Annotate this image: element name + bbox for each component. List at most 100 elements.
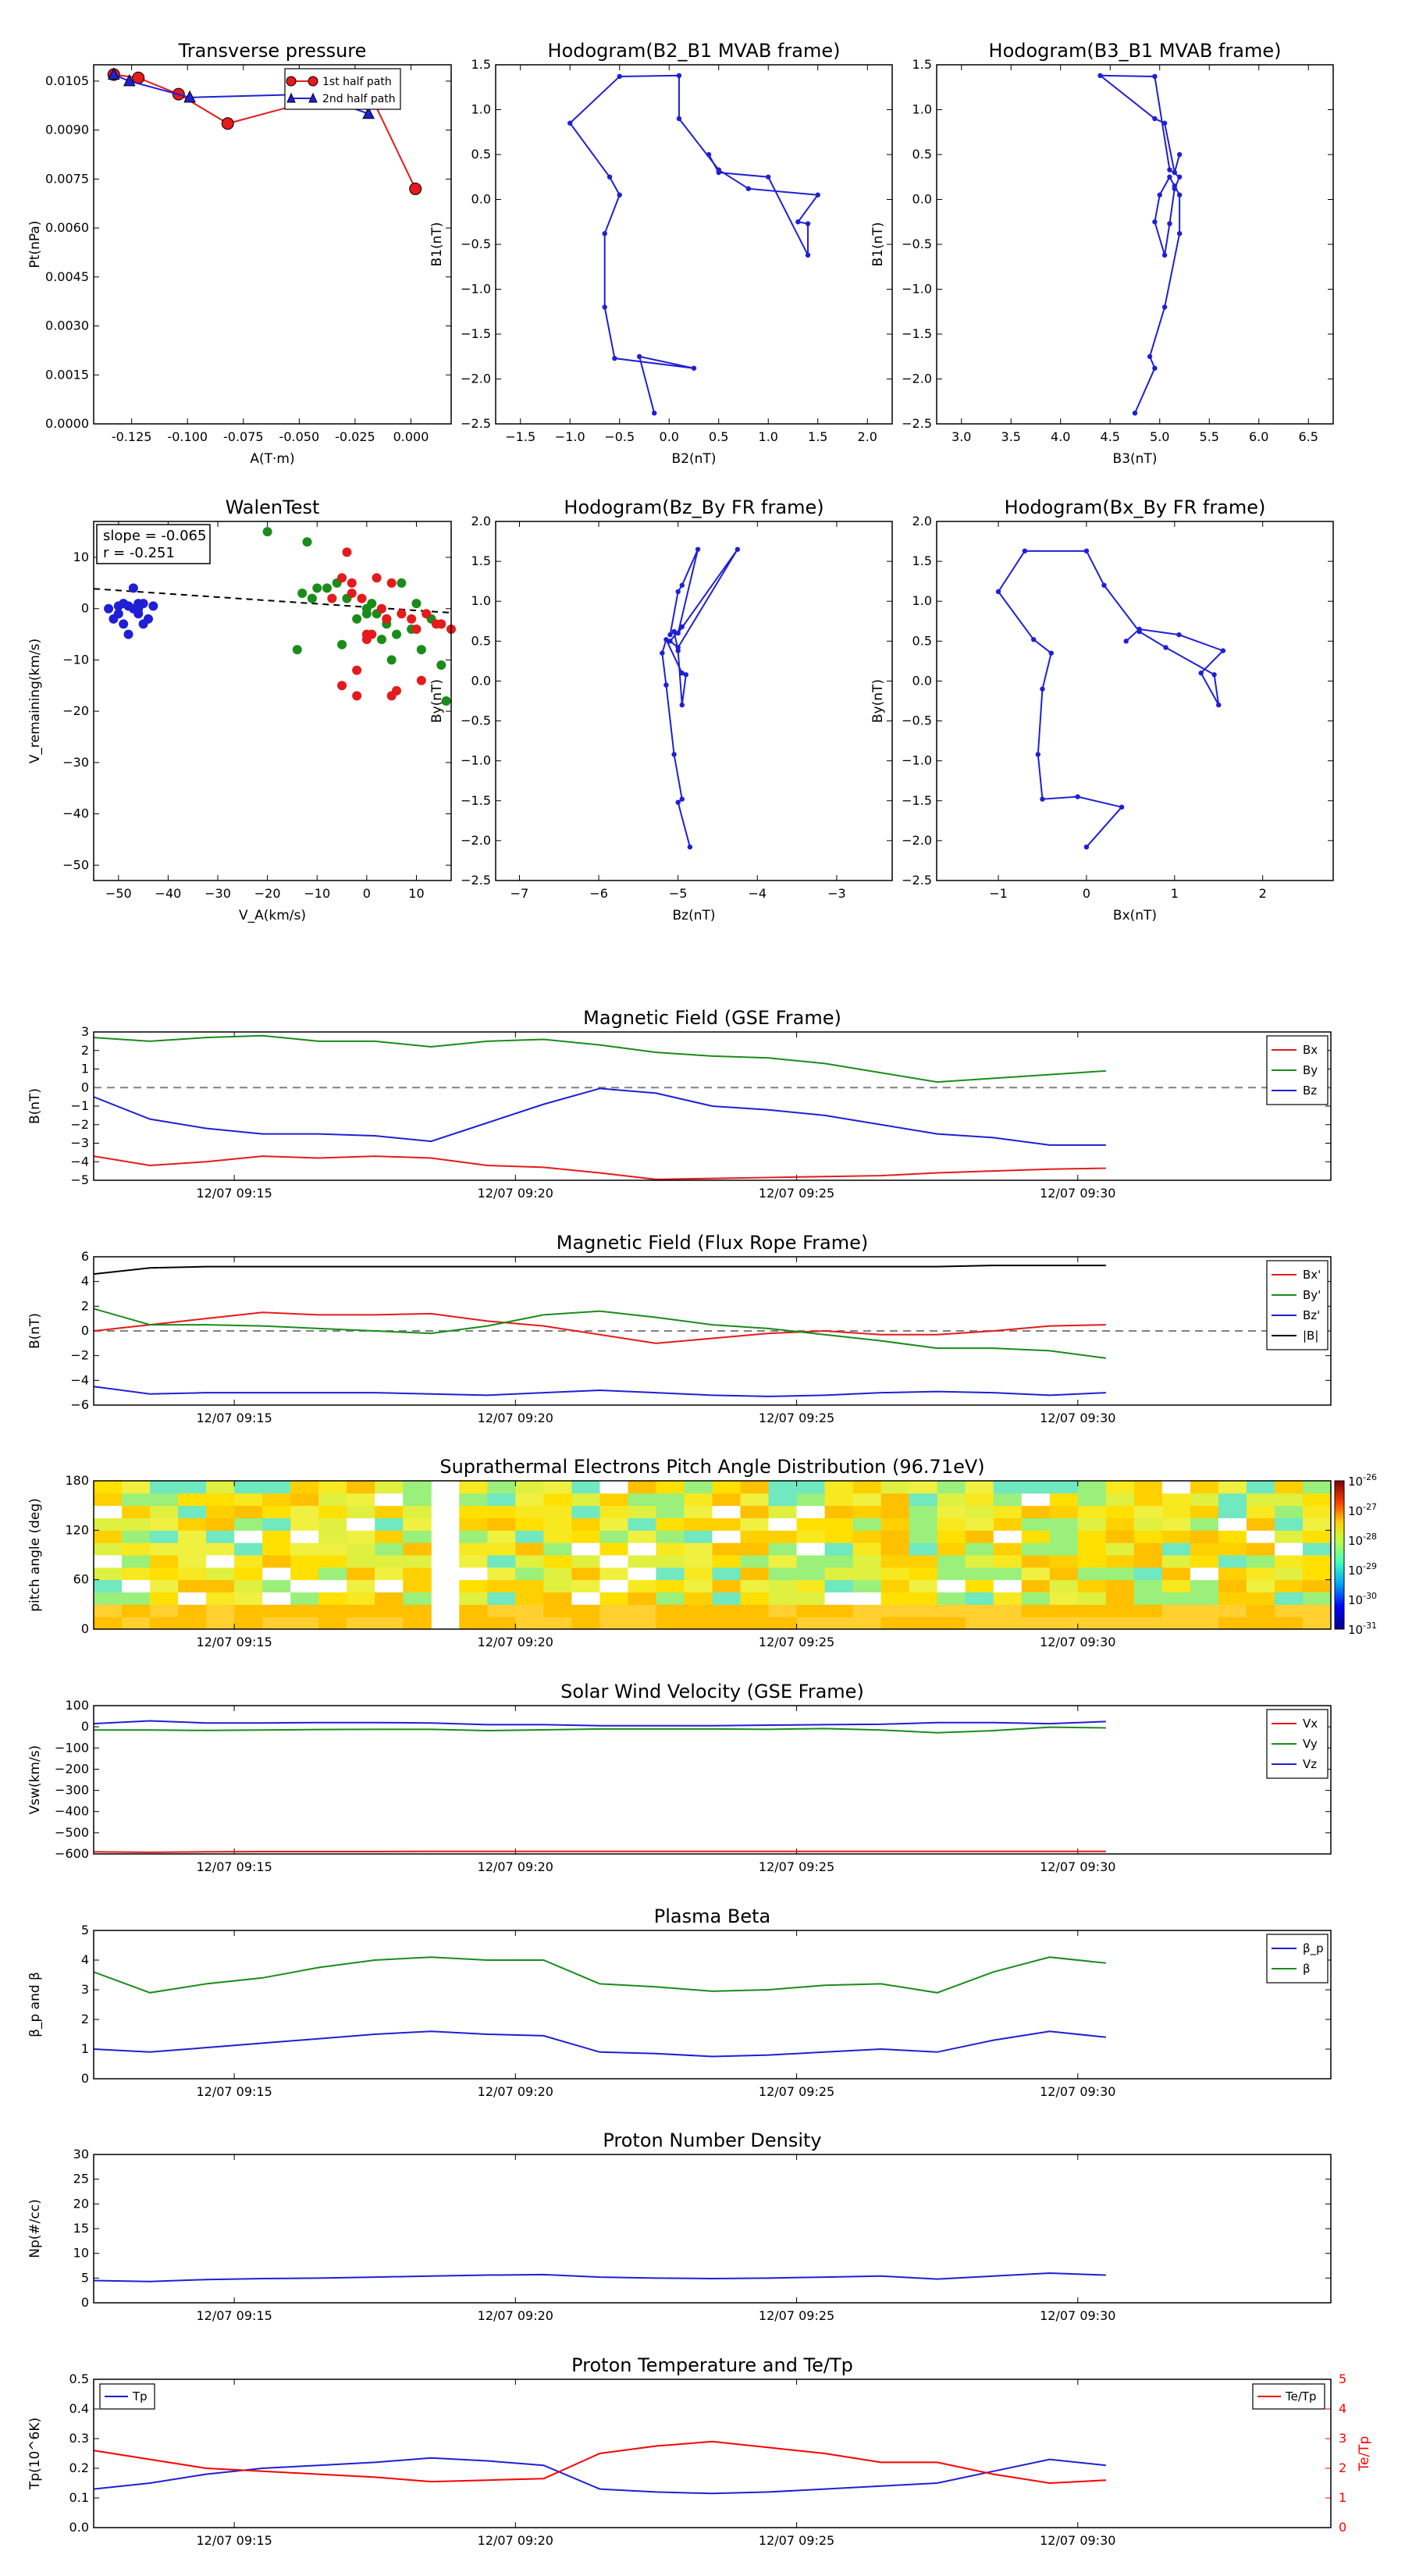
y-axis-label: Pt(nPa) xyxy=(27,221,43,269)
heatmap-cell xyxy=(94,1617,123,1630)
heatmap-cell xyxy=(347,1604,375,1617)
heatmap-cell xyxy=(487,1592,516,1605)
chart-title: Suprathermal Electrons Pitch Angle Distr… xyxy=(439,1456,984,1478)
marker-dot xyxy=(1152,116,1158,122)
chart-title: Magnetic Field (GSE Frame) xyxy=(583,1007,841,1029)
x-tick-label: 0.0 xyxy=(660,429,679,444)
y-tick-label: −2.5 xyxy=(902,873,932,888)
y-tick-label: 1 xyxy=(81,1062,89,1076)
y-tick-label: −300 xyxy=(55,1783,89,1798)
heatmap-cell xyxy=(1218,1493,1247,1507)
heatmap-cell xyxy=(628,1493,656,1507)
y-tick-label: 1.0 xyxy=(471,102,491,117)
heatmap-cell xyxy=(628,1604,656,1617)
heatmap-cell xyxy=(1077,1592,1107,1605)
legend-label: Te/Tp xyxy=(1285,2389,1317,2403)
y-tick-label: −400 xyxy=(55,1804,89,1819)
heatmap-cell xyxy=(1302,1567,1332,1581)
heatmap-cell xyxy=(234,1530,263,1543)
marker-dot xyxy=(676,116,682,122)
marker-dot xyxy=(1083,548,1090,554)
x-tick-label: 12/07 09:25 xyxy=(759,1186,834,1201)
x-tick-label: -0.025 xyxy=(335,429,375,444)
heatmap-cell xyxy=(965,1555,994,1568)
marker-dot xyxy=(667,639,673,644)
heatmap-cell xyxy=(740,1517,770,1531)
y-tick-label: −2.0 xyxy=(902,372,932,386)
heatmap-cell xyxy=(628,1517,656,1531)
heatmap-cell xyxy=(852,1567,882,1581)
heatmap-cell xyxy=(1190,1481,1219,1494)
x-tick-label: 12/07 09:25 xyxy=(759,2084,834,2099)
heatmap-cell xyxy=(571,1530,600,1543)
y-tick-label: 5 xyxy=(81,2270,89,2285)
heatmap-cell xyxy=(403,1617,432,1630)
heatmap-cell xyxy=(880,1530,910,1543)
scatter-point-red xyxy=(386,691,397,701)
scatter-point-blue xyxy=(119,619,129,629)
y-tick-label: 0.0015 xyxy=(45,367,89,382)
marker-dot xyxy=(679,624,685,630)
heatmap-cell xyxy=(1161,1567,1191,1581)
heatmap-cell xyxy=(712,1481,742,1494)
heatmap-cell xyxy=(178,1481,207,1494)
heatmap-cell xyxy=(1077,1567,1107,1581)
heatmap-cell xyxy=(1077,1493,1107,1507)
scatter-point-red xyxy=(337,573,347,583)
heatmap-cell xyxy=(1274,1542,1304,1556)
heatmap-cell xyxy=(937,1555,966,1568)
heatmap-cell xyxy=(403,1481,432,1494)
scatter-point-blue xyxy=(113,601,123,611)
heatmap-cell xyxy=(712,1579,742,1592)
heatmap-cell xyxy=(1133,1617,1163,1630)
x-tick-label: 12/07 09:25 xyxy=(759,2533,834,2548)
heatmap-cell xyxy=(234,1555,263,1568)
heatmap-cell xyxy=(768,1505,798,1518)
heatmap-cell xyxy=(1105,1493,1135,1507)
heatmap-cell xyxy=(487,1579,516,1592)
heatmap-cell xyxy=(543,1542,572,1556)
y-tick-label: 3 xyxy=(81,1024,89,1039)
heatmap-cell xyxy=(965,1579,994,1592)
scatter-point-green xyxy=(302,537,312,547)
y-tick-label: 0 xyxy=(81,1719,89,1734)
heatmap-cell xyxy=(656,1579,685,1592)
x-tick-label: 0.000 xyxy=(393,429,429,444)
heatmap-cell xyxy=(318,1542,347,1556)
y-tick-label: −4 xyxy=(70,1372,89,1387)
y-tick-label: −2 xyxy=(70,1117,89,1132)
heatmap-cell xyxy=(656,1530,685,1543)
heatmap-cell xyxy=(1049,1592,1079,1605)
heatmap-cell xyxy=(206,1579,235,1592)
x-tick-label: 1 xyxy=(1171,886,1179,901)
heatmap-cell xyxy=(290,1617,319,1630)
heatmap-cell xyxy=(880,1579,910,1592)
y-tick-label: 0.0 xyxy=(471,673,491,688)
heatmap-cell xyxy=(543,1617,572,1630)
heatmap-cell xyxy=(852,1555,882,1568)
heatmap-cell xyxy=(1105,1505,1135,1518)
heatmap-cell xyxy=(684,1617,713,1630)
legend-label: β_p xyxy=(1303,1941,1324,1956)
heatmap-cell xyxy=(375,1505,404,1518)
y-tick-label: 1.5 xyxy=(912,57,932,72)
heatmap-cell xyxy=(909,1517,938,1531)
chart-title: Hodogram(Bz_By FR frame) xyxy=(564,496,823,518)
heatmap-cell xyxy=(937,1517,966,1531)
chart-title: Proton Temperature and Te/Tp xyxy=(571,2354,853,2376)
heatmap-cell xyxy=(571,1592,600,1605)
marker-dot xyxy=(1147,354,1153,359)
heatmap-cell xyxy=(937,1481,966,1494)
heatmap-cell xyxy=(768,1555,798,1568)
heatmap-cell xyxy=(824,1579,854,1592)
marker-dot xyxy=(687,844,693,850)
heatmap-cell xyxy=(1105,1542,1135,1556)
heatmap-cell xyxy=(796,1517,826,1531)
y-tick-label: −20 xyxy=(62,703,89,718)
annotation-r: r = -0.251 xyxy=(103,545,175,561)
scatter-point-blue xyxy=(104,603,114,614)
heatmap-cell xyxy=(262,1555,291,1568)
y-tick-label: −6 xyxy=(70,1397,89,1412)
chart-title: Magnetic Field (Flux Rope Frame) xyxy=(557,1232,868,1254)
heatmap-cell xyxy=(1246,1555,1275,1568)
